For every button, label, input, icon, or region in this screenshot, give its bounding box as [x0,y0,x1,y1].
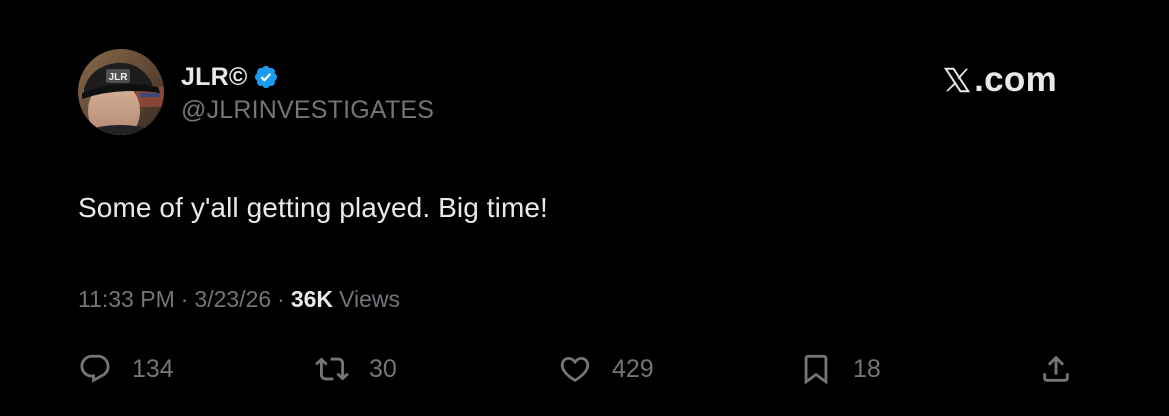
share-button[interactable] [1039,348,1073,390]
verified-badge-icon [253,64,279,90]
views-label[interactable]: Views [339,286,400,313]
repost-icon [315,357,349,381]
like-count: 429 [612,354,654,383]
x-logo-icon [944,67,971,93]
author-name-row[interactable]: JLR© [181,62,279,92]
bookmark-count: 18 [853,354,881,383]
reply-icon [80,354,110,383]
tweet-text: Some of y'all getting played. Big time! [78,192,548,223]
bookmark-icon [804,354,828,385]
reply-button[interactable]: 134 [78,348,174,390]
action-bar: 134 30 429 18 [78,348,1078,390]
repost-button[interactable]: 30 [315,348,397,390]
display-name[interactable]: JLR© [181,63,247,92]
x-brand-label: .com [974,60,1057,99]
author-handle[interactable]: @JLRINVESTIGATES [181,96,434,125]
tweet-date[interactable]: 3/23/26 [194,286,271,313]
tweet-meta: 11:33 PM · 3/23/26 · 36K Views [78,286,400,313]
repost-count: 30 [369,354,397,383]
bookmark-button[interactable]: 18 [799,348,881,390]
avatar-image: JLR [78,49,164,135]
like-button[interactable]: 429 [558,348,654,390]
share-icon [1043,355,1069,382]
reply-count: 134 [132,354,174,383]
meta-separator: · [277,286,285,312]
avatar-cap-text: JLR [109,72,129,83]
meta-separator: · [180,286,189,312]
tweet-card: JLR JLR© @JLRINVESTIGATES .com Some of y… [0,0,1169,416]
avatar[interactable]: JLR [78,49,164,135]
heart-icon [560,356,590,382]
views-count[interactable]: 36K [291,286,333,313]
tweet-time[interactable]: 11:33 PM [78,286,175,313]
x-brand-watermark: .com [942,60,1057,100]
